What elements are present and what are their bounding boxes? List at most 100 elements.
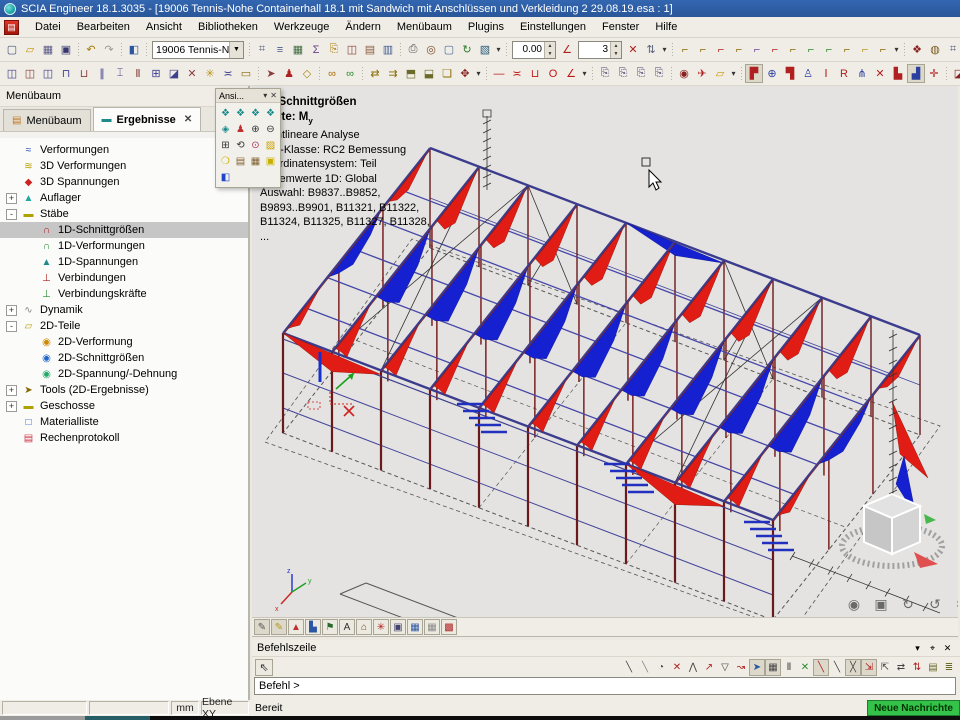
member-check-icon[interactable]: ❖	[908, 40, 926, 59]
result-b1-icon[interactable]: ▛	[745, 64, 763, 83]
open-view-icon[interactable]: ▨	[263, 137, 278, 153]
extend-snap-icon[interactable]: ⇲	[861, 659, 877, 676]
copy-1-icon[interactable]: ⎘	[596, 64, 614, 83]
tree-item-3d-spannungen[interactable]: ◆3D Spannungen	[0, 174, 248, 190]
stress-icon[interactable]: Σ	[307, 40, 325, 59]
perspective-icon[interactable]: ◧	[218, 169, 233, 185]
walk-view-icon[interactable]: ♟	[233, 121, 248, 137]
table-snap-icon[interactable]: ▤	[925, 659, 941, 676]
menu-menübaum[interactable]: Menübaum	[389, 19, 460, 35]
tree-expander-icon[interactable]: +	[6, 385, 17, 396]
member-tool-9-icon[interactable]: ⊞	[147, 64, 165, 83]
units-icon[interactable]: ⌗	[253, 40, 271, 59]
polyline-tool-icon[interactable]: ≍	[508, 64, 526, 83]
tree-item-rechenprotokoll[interactable]: ▤Rechenprotokoll	[0, 430, 248, 446]
tree-expander-icon[interactable]: -	[6, 321, 17, 332]
redo-icon[interactable]: ↷	[100, 40, 118, 59]
scale-spinner[interactable]: 3▲▼	[578, 41, 622, 59]
pin-icon[interactable]: ⌖	[925, 641, 940, 655]
snap-line-icon[interactable]: ╲	[621, 659, 637, 676]
haunch-9-icon[interactable]: ⌐	[820, 40, 838, 59]
rotate-tool-icon[interactable]: ✥	[456, 64, 474, 83]
result-b2-icon[interactable]: ⊕	[763, 64, 781, 83]
haunch-10-icon[interactable]: ⌐	[838, 40, 856, 59]
visibility-icon[interactable]: ◉	[675, 64, 693, 83]
refresh-icon[interactable]: ↻	[458, 40, 476, 59]
haunch-1-icon[interactable]: ⌐	[676, 40, 694, 59]
menu-einstellungen[interactable]: Einstellungen	[512, 19, 594, 35]
tree-item-1d-spannungen[interactable]: ▲1D-Spannungen	[0, 254, 248, 270]
dropdown-arrow-icon[interactable]: ▾	[892, 45, 901, 54]
member-tool-13-icon[interactable]: ≍	[219, 64, 237, 83]
tree-item-auflager[interactable]: +▲Auflager	[0, 190, 248, 206]
show-mesh-icon[interactable]: ▩	[441, 619, 457, 635]
copy-4-icon[interactable]: ⎘	[650, 64, 668, 83]
ortho-icon[interactable]: Ⅱ	[781, 659, 797, 676]
gallery-icon[interactable]: ▧	[476, 40, 494, 59]
trim-snap-icon[interactable]: ⇱	[877, 659, 893, 676]
result-b3-icon[interactable]: ▜	[781, 64, 799, 83]
orbit-back-icon[interactable]: ↺	[925, 594, 945, 614]
rotation-icon[interactable]: ∠	[558, 40, 576, 59]
tree-expander-icon[interactable]: +	[6, 305, 17, 316]
copy-multi-icon[interactable]: ⇉	[384, 64, 402, 83]
save-all-icon[interactable]: ▦	[39, 40, 57, 59]
result-b8-icon[interactable]: ✕	[871, 64, 889, 83]
copy-attributes-icon[interactable]: ⎘	[325, 40, 343, 59]
tree-item-dynamik[interactable]: +∿Dynamik	[0, 302, 248, 318]
view-settings-gear-icon[interactable]: ✱	[952, 594, 958, 614]
orbit-icon[interactable]: ↻	[898, 594, 918, 614]
tab-close-icon[interactable]: ✕	[184, 114, 192, 125]
tree-item-1d-schnittgr-en[interactable]: ∩1D-Schnittgrößen	[0, 222, 248, 238]
collapse-icon[interactable]: ▾	[910, 641, 925, 655]
tree-item-2d-verformung[interactable]: ◉2D-Verformung	[0, 334, 248, 350]
haunch-7-icon[interactable]: ⌐	[784, 40, 802, 59]
angle-spinner[interactable]: 0.00▲▼	[512, 41, 556, 59]
intersect-icon[interactable]: ✕	[797, 659, 813, 676]
fly-mode-icon[interactable]: ✈	[693, 64, 711, 83]
dropdown-arrow-icon[interactable]: ▾	[580, 69, 589, 78]
menu-ansicht[interactable]: Ansicht	[138, 19, 190, 35]
grid-snap-icon[interactable]: ▦	[765, 659, 781, 676]
list-snap-icon[interactable]: ≣	[941, 659, 957, 676]
table-results-icon[interactable]: ◪	[950, 64, 960, 83]
member-tool-11-icon[interactable]: ✕	[183, 64, 201, 83]
haunch-11-icon[interactable]: ⌐	[856, 40, 874, 59]
workspace-icon[interactable]: ◧	[125, 40, 143, 59]
move-icon[interactable]: ⇄	[366, 64, 384, 83]
app-menu-icon[interactable]: ▤	[4, 20, 19, 35]
render-view-4-icon[interactable]: ❖	[263, 105, 278, 121]
light-icon[interactable]: ❍	[218, 153, 233, 169]
snap-line2-icon[interactable]: ╲	[637, 659, 653, 676]
tree-item-materialliste[interactable]: □Materialliste	[0, 414, 248, 430]
member-tool-4-icon[interactable]: ⊓	[57, 64, 75, 83]
menu-plugins[interactable]: Plugins	[460, 19, 512, 35]
zoom-selection-icon[interactable]: ⊙	[248, 137, 263, 153]
member-tool-14-icon[interactable]: ▭	[237, 64, 255, 83]
swap-snap-icon[interactable]: ⇄	[893, 659, 909, 676]
toolbar-close-icon[interactable]: ✕	[270, 91, 277, 100]
select-cursor-icon[interactable]: ⇖	[255, 659, 273, 676]
select-member-icon[interactable]: ➤	[262, 64, 280, 83]
zoom-window-icon[interactable]: ⊞	[218, 137, 233, 153]
snap-arc-icon[interactable]: ◔	[653, 659, 669, 676]
calculator-icon[interactable]: ▦	[289, 40, 307, 59]
result-b9-icon[interactable]: ▙	[889, 64, 907, 83]
cross-snap-icon[interactable]: ╳	[845, 659, 861, 676]
workplane-icon[interactable]: ◇	[298, 64, 316, 83]
tree-expander-icon[interactable]: -	[6, 209, 17, 220]
menu-datei[interactable]: Datei	[27, 19, 69, 35]
edge-snap-icon[interactable]: ╲	[813, 659, 829, 676]
member-tool-10-icon[interactable]: ◪	[165, 64, 183, 83]
tree-expander-icon[interactable]: +	[6, 401, 17, 412]
menu-ändern[interactable]: Ändern	[337, 19, 388, 35]
open-drawing-icon[interactable]: ▱	[711, 64, 729, 83]
render-view-1-icon[interactable]: ❖	[218, 105, 233, 121]
show-entity-icon[interactable]: ▣	[390, 619, 406, 635]
member-tool-7-icon[interactable]: ⌶	[111, 64, 129, 83]
walkthrough-icon[interactable]: ♟	[280, 64, 298, 83]
copy-3-icon[interactable]: ⎘	[632, 64, 650, 83]
document-icon[interactable]: ▢	[440, 40, 458, 59]
layers-icon[interactable]: ≡	[271, 40, 289, 59]
mirror-icon[interactable]: ⬒	[402, 64, 420, 83]
